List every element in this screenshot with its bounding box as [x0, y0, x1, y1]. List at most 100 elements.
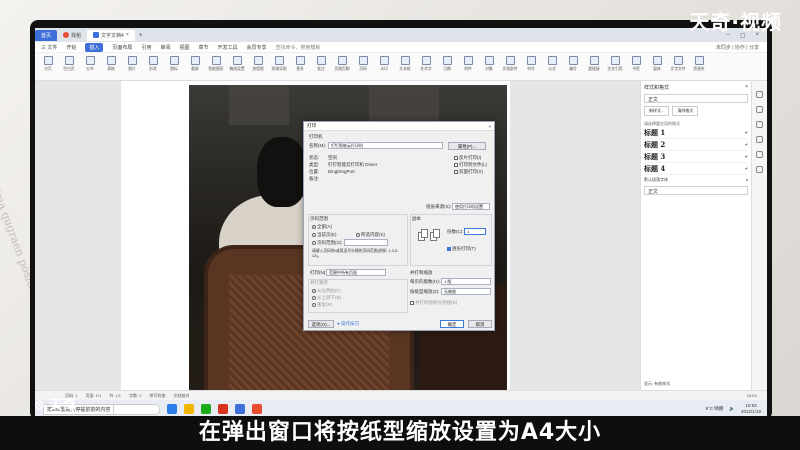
ribbon-button[interactable]: 页码 [354, 56, 372, 72]
ribbon-button[interactable]: 批注 [312, 56, 330, 72]
range-pages-radio[interactable]: 页码范围(G): [312, 240, 343, 246]
copies-input[interactable]: 1 [464, 228, 486, 235]
status-proofread[interactable]: 文档校对 [174, 393, 190, 399]
style-body[interactable]: 正文 [644, 186, 748, 195]
current-style-field[interactable]: 正文 [644, 94, 748, 103]
app-icon[interactable] [252, 404, 262, 414]
style-tool-icon[interactable] [756, 91, 763, 98]
ribbon-button[interactable]: 分页 [39, 56, 57, 72]
ok-button[interactable]: 确定 [440, 320, 464, 328]
tips-link[interactable]: ● 操作技巧 [337, 321, 359, 327]
order-lr-radio[interactable]: 从左到右(F) [312, 288, 341, 294]
ribbon-button[interactable]: 交叉引用 [606, 56, 624, 72]
ribbon-button[interactable]: 水印 [375, 56, 393, 72]
ribbon-button[interactable]: 页眉页脚 [333, 56, 351, 72]
location-tool-icon[interactable] [756, 166, 763, 173]
ribbon-button[interactable]: 表格 [102, 56, 120, 72]
menu-search[interactable]: 查找命令、搜索模板 [276, 44, 321, 51]
range-pages-input[interactable] [344, 239, 388, 246]
duplex-checkbox[interactable]: 双面打印(X) [454, 169, 483, 175]
select-tool-icon[interactable] [756, 106, 763, 113]
style-default-font[interactable]: 默认段落字体 a [644, 177, 748, 183]
ribbon-button[interactable]: 艺术字 [417, 56, 435, 72]
add-tab-icon[interactable]: + [135, 32, 143, 39]
close-icon[interactable]: × [745, 84, 748, 91]
menu-view[interactable]: 视图 [179, 44, 189, 51]
ribbon-button[interactable]: 超链接 [585, 56, 603, 72]
status-wordcount[interactable]: 字数: 0 [129, 393, 141, 399]
ribbon-button[interactable]: 截屏 [186, 56, 204, 72]
order-tb-radio[interactable]: 从上到下(B) [312, 295, 341, 301]
weather[interactable]: 9°C 晴朗 [706, 406, 724, 412]
ribbon-button[interactable]: 符号 [522, 56, 540, 72]
tab-document[interactable]: 文字文档4 × [87, 29, 135, 41]
menu-devtools[interactable]: 开发工具 [218, 44, 238, 51]
zoom-level[interactable]: 161% [747, 393, 767, 398]
ribbon-button[interactable]: 日期 [438, 56, 456, 72]
menu-review[interactable]: 审阅 [160, 44, 170, 51]
scale-to-paper-select[interactable]: 无缩放 [441, 288, 491, 295]
ribbon-button[interactable]: 更多 [291, 56, 309, 72]
ribbon-button[interactable]: 资源夹 [690, 56, 708, 72]
print-what-select[interactable]: 范围中所有页面 [326, 269, 386, 276]
per-sheet-select[interactable]: 1 版 [441, 278, 491, 285]
settings-tool-icon[interactable] [756, 136, 763, 143]
ribbon-button[interactable]: 思维导图 [270, 56, 288, 72]
shape-tool-icon[interactable] [756, 121, 763, 128]
menu-home[interactable]: 开始 [66, 44, 76, 51]
style-heading-3[interactable]: 标题 3 ↵ [644, 151, 748, 163]
ribbon-button[interactable]: 流程图 [249, 56, 267, 72]
ribbon-button[interactable]: 书签 [627, 56, 645, 72]
options-button[interactable]: 选项(O)... [308, 320, 334, 328]
menu-insert[interactable]: 插入 [85, 42, 104, 52]
menu-layout[interactable]: 页面布局 [112, 44, 132, 51]
range-current-radio[interactable]: 当前页(E) [312, 232, 337, 238]
backup-tool-icon[interactable] [756, 151, 763, 158]
ribbon-button[interactable]: 图片 [123, 56, 141, 72]
menu-chapter[interactable]: 章节 [198, 44, 208, 51]
ribbon-button[interactable]: 形状 [144, 56, 162, 72]
ribbon-button[interactable]: 智能图形 [207, 56, 225, 72]
new-style-button[interactable]: 新样式... [644, 106, 670, 116]
ribbon-button[interactable]: 窗体 [648, 56, 666, 72]
ribbon-button[interactable]: 文字文件 [669, 56, 687, 72]
wechat-icon[interactable] [201, 404, 211, 414]
close-icon[interactable]: × [126, 32, 129, 38]
printer-select[interactable]: 钉钉智能云打印机 [328, 142, 443, 149]
tab-home[interactable]: 首页 [35, 29, 58, 41]
print-to-file-checkbox[interactable]: 打印到文件(L) [454, 162, 487, 168]
range-selection-radio[interactable]: 所选内容(S) [356, 232, 385, 238]
ribbon-button[interactable]: 对象 [480, 56, 498, 72]
clear-format-button[interactable]: 清除格式 [672, 106, 699, 116]
ribbon-button[interactable]: 图标 [165, 56, 183, 72]
menu-right-actions[interactable]: 未同步 | 协作 | 分享 [716, 44, 767, 51]
style-heading-4[interactable]: 标题 4 ↵ [644, 163, 748, 175]
draw-divider-checkbox[interactable]: 并打时绘制分割线(D) [410, 300, 457, 306]
ribbon-button[interactable]: 文档部件 [501, 56, 519, 72]
menu-member[interactable]: 会员专享 [247, 44, 267, 51]
cancel-button[interactable]: 取消 [468, 320, 492, 328]
volume-icon[interactable]: 🔈 [729, 406, 735, 412]
ribbon-button[interactable]: 空白页 [60, 56, 78, 72]
style-heading-1[interactable]: 标题 1 ↵ [644, 127, 748, 139]
folder-icon[interactable] [184, 404, 194, 414]
wps-icon[interactable] [218, 404, 228, 414]
show-filter[interactable]: 显示: 有效样式 [644, 381, 670, 387]
ribbon-button[interactable]: 公式 [543, 56, 561, 72]
reverse-print-checkbox[interactable]: 反片打印(I) [454, 155, 481, 161]
status-spellcheck[interactable]: 拼写检查 [150, 393, 166, 399]
style-heading-2[interactable]: 标题 2 ↵ [644, 139, 748, 151]
ribbon-button[interactable]: 稿纸设置 [228, 56, 246, 72]
paper-source-select[interactable]: 使用打印机设置 [452, 203, 490, 210]
edge-icon[interactable] [167, 404, 177, 414]
order-repeat-radio[interactable]: 重复(R) [312, 302, 332, 308]
menu-references[interactable]: 引用 [141, 44, 151, 51]
ribbon-button[interactable]: 分节 [81, 56, 99, 72]
clock[interactable]: 10:53 2022/1/19 [741, 403, 761, 415]
range-all-radio[interactable]: 全部(A) [312, 224, 332, 230]
ribbon-button[interactable]: 编号 [564, 56, 582, 72]
close-icon[interactable]: × [488, 124, 491, 129]
dingtalk-icon[interactable] [235, 404, 245, 414]
properties-button[interactable]: 属性(P)... [448, 142, 486, 150]
tab-daoke[interactable]: 找稻 [57, 30, 87, 41]
